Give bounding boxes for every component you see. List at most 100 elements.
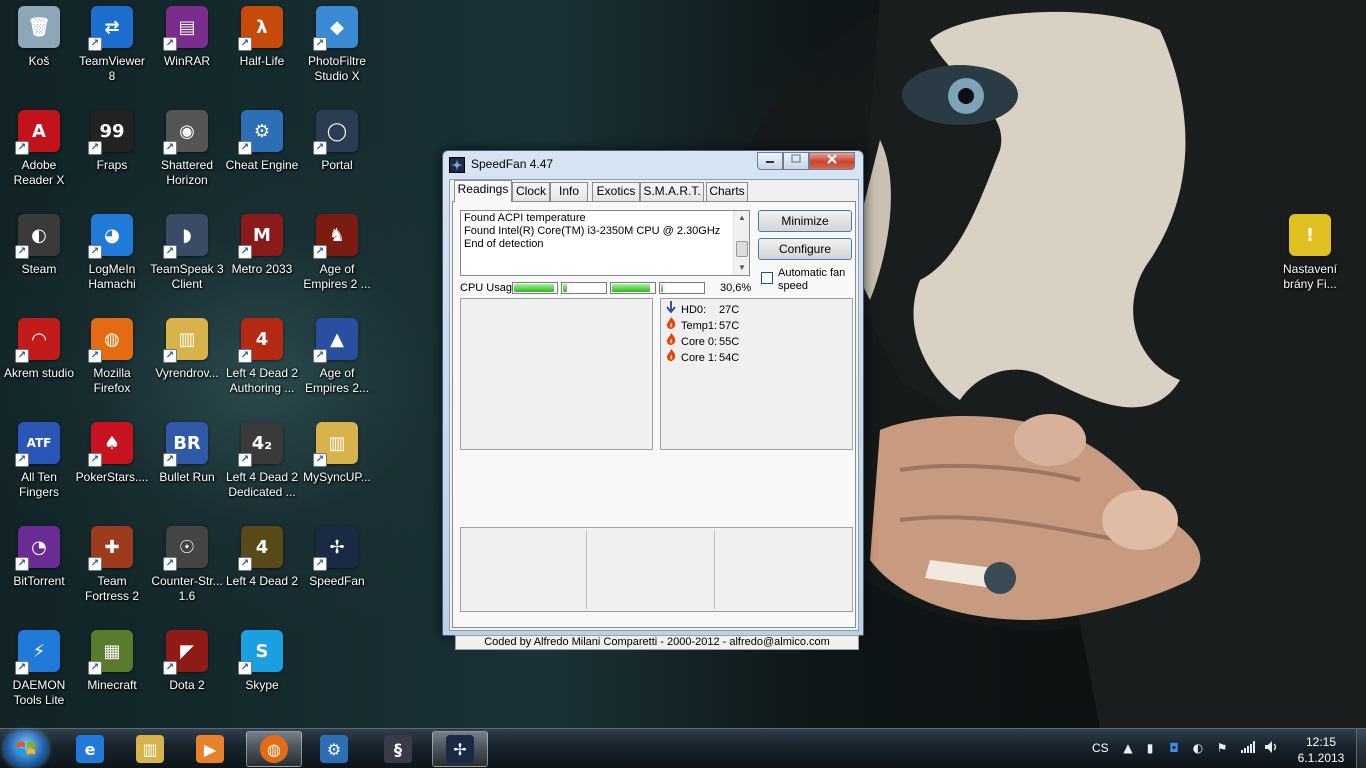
desktop-shortcut[interactable]: 4 ↗ Left 4 Dead 2 xyxy=(223,520,301,620)
taskbar-explorer[interactable]: ▥ xyxy=(122,731,178,767)
desktop-shortcut[interactable]: ▤ ↗ WinRAR xyxy=(148,0,226,100)
shortcut-glyph: ✚ xyxy=(104,536,120,558)
scroll-up-icon[interactable]: ▲ xyxy=(734,211,750,225)
desktop-shortcut[interactable]: ▥ ↗ Vyrendrov... xyxy=(148,312,226,412)
taskbar-internet-explorer[interactable]: e xyxy=(62,731,118,767)
shortcut-arrow-icon: ↗ xyxy=(313,37,327,51)
scroll-down-icon[interactable]: ▼ xyxy=(734,261,750,275)
desktop-shortcut[interactable]: ♠ ↗ PokerStars.... xyxy=(73,416,151,516)
automatic-fan-speed-checkbox[interactable] xyxy=(761,272,773,284)
tab-readings[interactable]: Readings xyxy=(454,180,512,202)
status-footer: Coded by Alfredo Milani Comparetti - 200… xyxy=(455,635,859,650)
desktop-shortcut[interactable]: ◤ ↗ Dota 2 xyxy=(148,624,226,724)
taskbar-firefox[interactable]: ◍ xyxy=(246,731,302,767)
taskbar-media-player[interactable]: ▶ xyxy=(182,731,238,767)
minimize-button[interactable]: Minimize xyxy=(758,210,852,232)
shortcut-label: Team Fortress 2 xyxy=(84,574,139,603)
desktop-shortcut[interactable]: ◐ ↗ Steam xyxy=(0,208,78,308)
desktop-shortcut[interactable]: ✚ ↗ Team Fortress 2 xyxy=(73,520,151,620)
desktop-shortcut[interactable]: A ↗ Adobe Reader X xyxy=(0,104,78,204)
network-signal-icon[interactable] xyxy=(1240,741,1256,756)
reading-hd0: HD0: 27C xyxy=(665,301,739,317)
close-window-button[interactable] xyxy=(809,152,855,170)
shortcut-label: TeamViewer 8 xyxy=(79,54,145,83)
desktop-shortcut[interactable]: ◔ ↗ BitTorrent xyxy=(0,520,78,620)
log-scrollbar[interactable]: ▲ ▼ xyxy=(733,211,749,275)
shortcut-icon: ◍ ↗ xyxy=(88,318,133,363)
desktop-shortcut[interactable]: 4 ↗ Left 4 Dead 2 Authoring ... xyxy=(223,312,301,412)
start-button[interactable] xyxy=(4,731,48,767)
tray-flag-icon[interactable]: ⚑ xyxy=(1214,741,1230,755)
title-bar[interactable]: SpeedFan 4.47 xyxy=(443,151,863,179)
shortcut-label: PhotoFiltre Studio X xyxy=(307,54,367,83)
desktop-shortcut[interactable]: ✢ ↗ SpeedFan xyxy=(298,520,376,620)
tab-exotics[interactable]: Exotics xyxy=(592,182,640,201)
shortcut-glyph: ▤ xyxy=(178,16,196,38)
maximize-window-button[interactable] xyxy=(783,152,809,170)
shortcut-label: Bullet Run xyxy=(159,470,215,484)
tray-steam-icon[interactable]: ◐ xyxy=(1190,741,1206,755)
minimize-window-button[interactable] xyxy=(757,152,783,170)
desktop-shortcut[interactable]: BR ↗ Bullet Run xyxy=(148,416,226,516)
desktop-shortcut[interactable]: ☉ ↗ Counter-Str... 1.6 xyxy=(148,520,226,620)
show-hidden-icons[interactable]: ▲ xyxy=(1120,741,1136,755)
desktop-shortcut[interactable]: ⇄ ↗ TeamViewer 8 xyxy=(73,0,151,100)
desktop-shortcut[interactable]: ▦ ↗ Minecraft xyxy=(73,624,151,724)
desktop-shortcut[interactable]: S ↗ Skype xyxy=(223,624,301,724)
shortcut-label: MySyncUP... xyxy=(303,470,371,484)
show-desktop-button[interactable] xyxy=(1356,729,1366,768)
tab-info[interactable]: Info xyxy=(550,182,588,201)
reading-core1: Core 1: 54C xyxy=(665,349,739,365)
tray-app-icon[interactable]: ◘ xyxy=(1166,741,1182,755)
desktop-shortcut[interactable]: ◯ ↗ Portal xyxy=(298,104,376,204)
shortcut-icon: ☉ ↗ xyxy=(163,526,208,571)
reading-name: Temp1: xyxy=(681,320,718,332)
reading-value: 57C xyxy=(719,320,740,332)
desktop-shortcut[interactable]: λ ↗ Half-Life xyxy=(223,0,301,100)
configure-button[interactable]: Configure xyxy=(758,238,852,260)
shortcut-arrow-icon: ↗ xyxy=(88,349,102,363)
taskbar-speedfan[interactable]: ✢ xyxy=(432,731,488,767)
shortcut-label: Age of Empires 2 ... xyxy=(303,262,371,291)
scroll-thumb[interactable] xyxy=(736,241,748,257)
desktop-shortcut[interactable]: ⚙ ↗ Cheat Engine xyxy=(223,104,301,204)
shortcut-glyph: 4₂ xyxy=(251,432,273,454)
shortcut-glyph: ◆ xyxy=(330,16,344,38)
tab-charts[interactable]: Charts xyxy=(706,182,748,201)
desktop-shortcut[interactable]: ! Nastavení brány Fi... xyxy=(1271,208,1349,308)
desktop-shortcut[interactable]: ◗ ↗ TeamSpeak 3 Client xyxy=(148,208,226,308)
shortcut-label: Skype xyxy=(245,678,279,692)
flame-icon xyxy=(665,349,677,366)
clock-date[interactable]: 6.1.2013 xyxy=(1290,751,1352,765)
desktop-shortcut[interactable]: 4₂ ↗ Left 4 Dead 2 Dedicated ... xyxy=(223,416,301,516)
taskbar-app[interactable]: ⚙ xyxy=(306,731,362,767)
desktop-shortcut[interactable]: ◆ ↗ PhotoFiltre Studio X xyxy=(298,0,376,100)
language-indicator[interactable]: CS xyxy=(1092,741,1109,755)
desktop-shortcut[interactable]: 🗑 Koš xyxy=(0,0,78,100)
desktop-shortcut[interactable]: ◉ ↗ Shattered Horizon xyxy=(148,104,226,204)
tab-clock[interactable]: Clock xyxy=(512,182,550,201)
desktop-shortcut[interactable]: ATF ↗ All Ten Fingers xyxy=(0,416,78,516)
taskbar-app[interactable]: § xyxy=(370,731,426,767)
desktop-shortcut[interactable]: ⚡ ↗ DAEMON Tools Lite xyxy=(0,624,78,724)
desktop-shortcut[interactable]: ◍ ↗ Mozilla Firefox xyxy=(73,312,151,412)
desktop-shortcut[interactable]: 99 ↗ Fraps xyxy=(73,104,151,204)
desktop-shortcut[interactable]: M ↗ Metro 2033 xyxy=(223,208,301,308)
shortcut-glyph: ◐ xyxy=(31,224,47,246)
speedfan-window[interactable]: SpeedFan 4.47 Readings Clock Info Exotic… xyxy=(442,150,864,650)
shortcut-icon: A ↗ xyxy=(15,110,60,155)
volume-icon[interactable] xyxy=(1264,741,1280,756)
desktop-shortcut[interactable]: ▲ ↗ Age of Empires 2... xyxy=(298,312,376,412)
tab-smart[interactable]: S.M.A.R.T. xyxy=(640,182,704,201)
clock-time[interactable]: 12:15 xyxy=(1296,735,1346,749)
desktop-shortcut[interactable]: ♞ ↗ Age of Empires 2 ... xyxy=(298,208,376,308)
shortcut-arrow-icon: ↗ xyxy=(88,453,102,467)
desktop-shortcut[interactable]: ◠ ↗ Akrem studio xyxy=(0,312,78,412)
desktop-shortcut[interactable]: ◕ ↗ LogMeIn Hamachi xyxy=(73,208,151,308)
detection-log[interactable]: Found ACPI temperature Found Intel(R) Co… xyxy=(460,210,750,276)
shortcut-icon: S ↗ xyxy=(238,630,283,675)
desktop-shortcut[interactable]: ▥ ↗ MySyncUP... xyxy=(298,416,376,516)
tray-device-icon[interactable]: ▮ xyxy=(1142,741,1158,755)
shortcut-glyph: λ xyxy=(256,16,268,38)
shortcut-arrow-icon: ↗ xyxy=(163,141,177,155)
